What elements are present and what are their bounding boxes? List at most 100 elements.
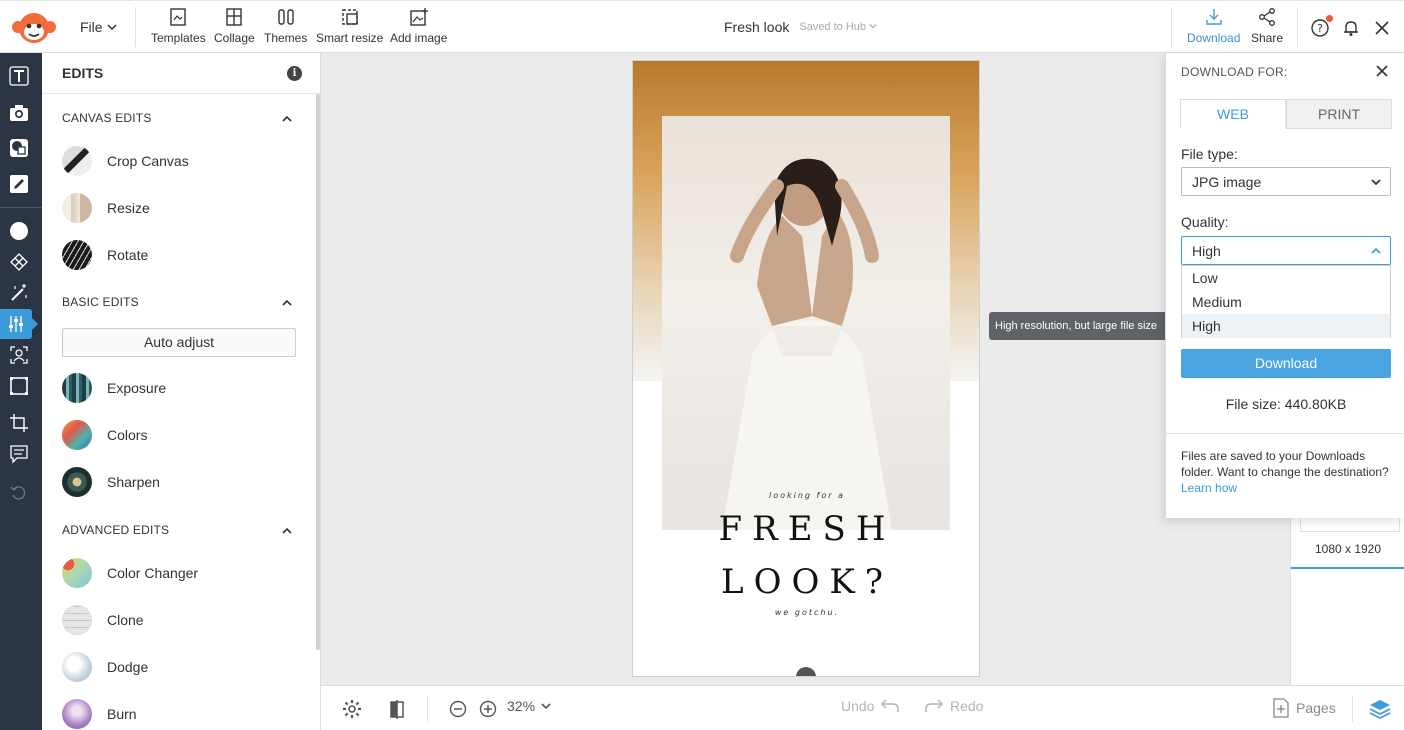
file-type-select[interactable]: JPG image [1181,167,1391,196]
poster-headline-2[interactable]: LOOK? [633,562,979,602]
quality-option-high[interactable]: High [1182,314,1390,338]
saved-status[interactable]: Saved to Hub [799,21,877,33]
rail-history[interactable] [0,478,38,508]
zoom-level: 32% [507,698,536,714]
edit-label: Rotate [107,247,149,263]
bottom-toolbar: 32% Undo Redo Pages [321,685,1404,730]
resize-thumb [62,193,92,223]
learn-how-link[interactable]: Learn how [1181,481,1237,495]
rail-effects[interactable] [0,216,38,246]
edit-burn[interactable]: Burn [62,699,137,729]
rail-touch-up[interactable] [0,278,38,308]
rail-photo[interactable] [0,98,38,128]
edit-resize[interactable]: Resize [62,193,150,223]
compare-icon[interactable] [387,699,407,719]
quality-option-low[interactable]: Low [1182,266,1390,290]
chevron-up-icon [1371,247,1381,254]
design-canvas[interactable]: looking for a FRESH LOOK? we gotchu. [632,60,980,677]
smart-resize-button[interactable]: Smart resize [316,7,383,45]
edit-label: Clone [107,612,144,628]
share-button[interactable]: Share [1251,7,1283,45]
poster-main-photo[interactable] [662,116,950,530]
auto-adjust-button[interactable]: Auto adjust [62,328,296,357]
poster-headline-1[interactable]: FRESH [633,509,979,549]
close-icon[interactable] [1375,64,1389,78]
edit-colors[interactable]: Colors [62,420,147,450]
edit-label: Sharpen [107,474,160,490]
rail-graphics[interactable] [0,133,38,163]
download-note: Files are saved to your Downloads folder… [1181,448,1393,496]
edit-sharpen[interactable]: Sharpen [62,467,160,497]
poster-tagline[interactable]: looking for a [633,491,979,500]
file-menu-label: File [80,19,103,35]
circle-icon [10,222,28,240]
rail-textures[interactable] [0,247,38,277]
file-type-value: JPG image [1192,174,1262,190]
rail-comments[interactable] [0,439,38,469]
rail-faces[interactable] [0,340,38,370]
add-image-button[interactable]: Add image [390,7,447,45]
themes-button[interactable]: Themes [264,7,307,45]
zoom-out-icon[interactable] [449,700,467,718]
settings-gear-icon[interactable] [342,699,362,719]
woman-in-white-dress-image [722,158,892,530]
info-icon[interactable]: i [287,66,302,81]
quality-option-medium[interactable]: Medium [1182,290,1390,314]
face-icon [10,346,28,364]
burn-thumb [62,699,92,729]
edit-label: Dodge [107,659,149,675]
smart-resize-label: Smart resize [316,31,384,45]
chevron-up-icon[interactable] [282,114,292,124]
zoom-in-icon[interactable] [479,700,497,718]
edit-clone[interactable]: Clone [62,605,144,635]
file-size: File size: 440.80KB [1225,396,1347,412]
download-submit-button[interactable]: Download [1181,349,1391,378]
bell-icon[interactable] [1342,19,1360,37]
collage-button[interactable]: Collage [214,7,255,45]
help-icon[interactable]: ? [1311,19,1329,37]
add-image-label: Add image [390,31,448,45]
redo-button[interactable]: Redo [924,698,983,714]
rail-frames[interactable] [0,371,38,401]
download-button[interactable]: Download [1187,7,1240,45]
chevron-up-icon[interactable] [282,298,292,308]
edit-color-changer[interactable]: Color Changer [62,558,198,588]
rail-edits[interactable] [0,309,38,339]
pages-button[interactable]: Pages [1272,698,1336,718]
panel-scrollbar[interactable] [316,94,320,650]
rail-crop[interactable] [0,408,38,438]
texture-icon [10,253,28,271]
templates-button[interactable]: Templates [151,7,206,45]
document-title[interactable]: Fresh look [724,19,789,35]
sharpen-thumb [62,467,92,497]
download-panel: DOWNLOAD FOR: WEB PRINT File type: JPG i… [1165,53,1404,518]
edit-exposure[interactable]: Exposure [62,373,166,403]
crop-icon [10,414,28,432]
undo-button[interactable]: Undo [841,698,900,714]
close-icon[interactable] [1374,20,1390,36]
quality-select[interactable]: High [1181,236,1391,265]
download-heading: DOWNLOAD FOR: [1181,65,1288,79]
edit-rotate[interactable]: Rotate [62,240,148,270]
chevron-down-icon [541,703,551,710]
add-image-icon [409,8,428,26]
tab-web[interactable]: WEB [1180,99,1286,129]
layers-icon[interactable] [1369,698,1391,720]
download-icon [1205,9,1222,25]
collage-icon [226,8,243,26]
pages-label: Pages [1296,700,1336,716]
edit-label: Burn [107,706,137,722]
canvas-handle[interactable] [796,667,816,676]
rail-text[interactable] [0,61,38,91]
file-menu[interactable]: File [80,19,117,35]
edit-crop-canvas[interactable]: Crop Canvas [62,146,189,176]
poster-subline[interactable]: we gotchu. [633,608,979,617]
rail-draw[interactable] [0,169,38,199]
edit-dodge[interactable]: Dodge [62,652,148,682]
tab-print[interactable]: PRINT [1286,99,1392,129]
picmonkey-logo-icon[interactable] [10,9,58,47]
zoom-select[interactable]: 32% [507,698,551,714]
chevron-up-icon[interactable] [282,526,292,536]
edit-label: Color Changer [107,565,199,581]
crop-canvas-thumb [62,146,92,176]
